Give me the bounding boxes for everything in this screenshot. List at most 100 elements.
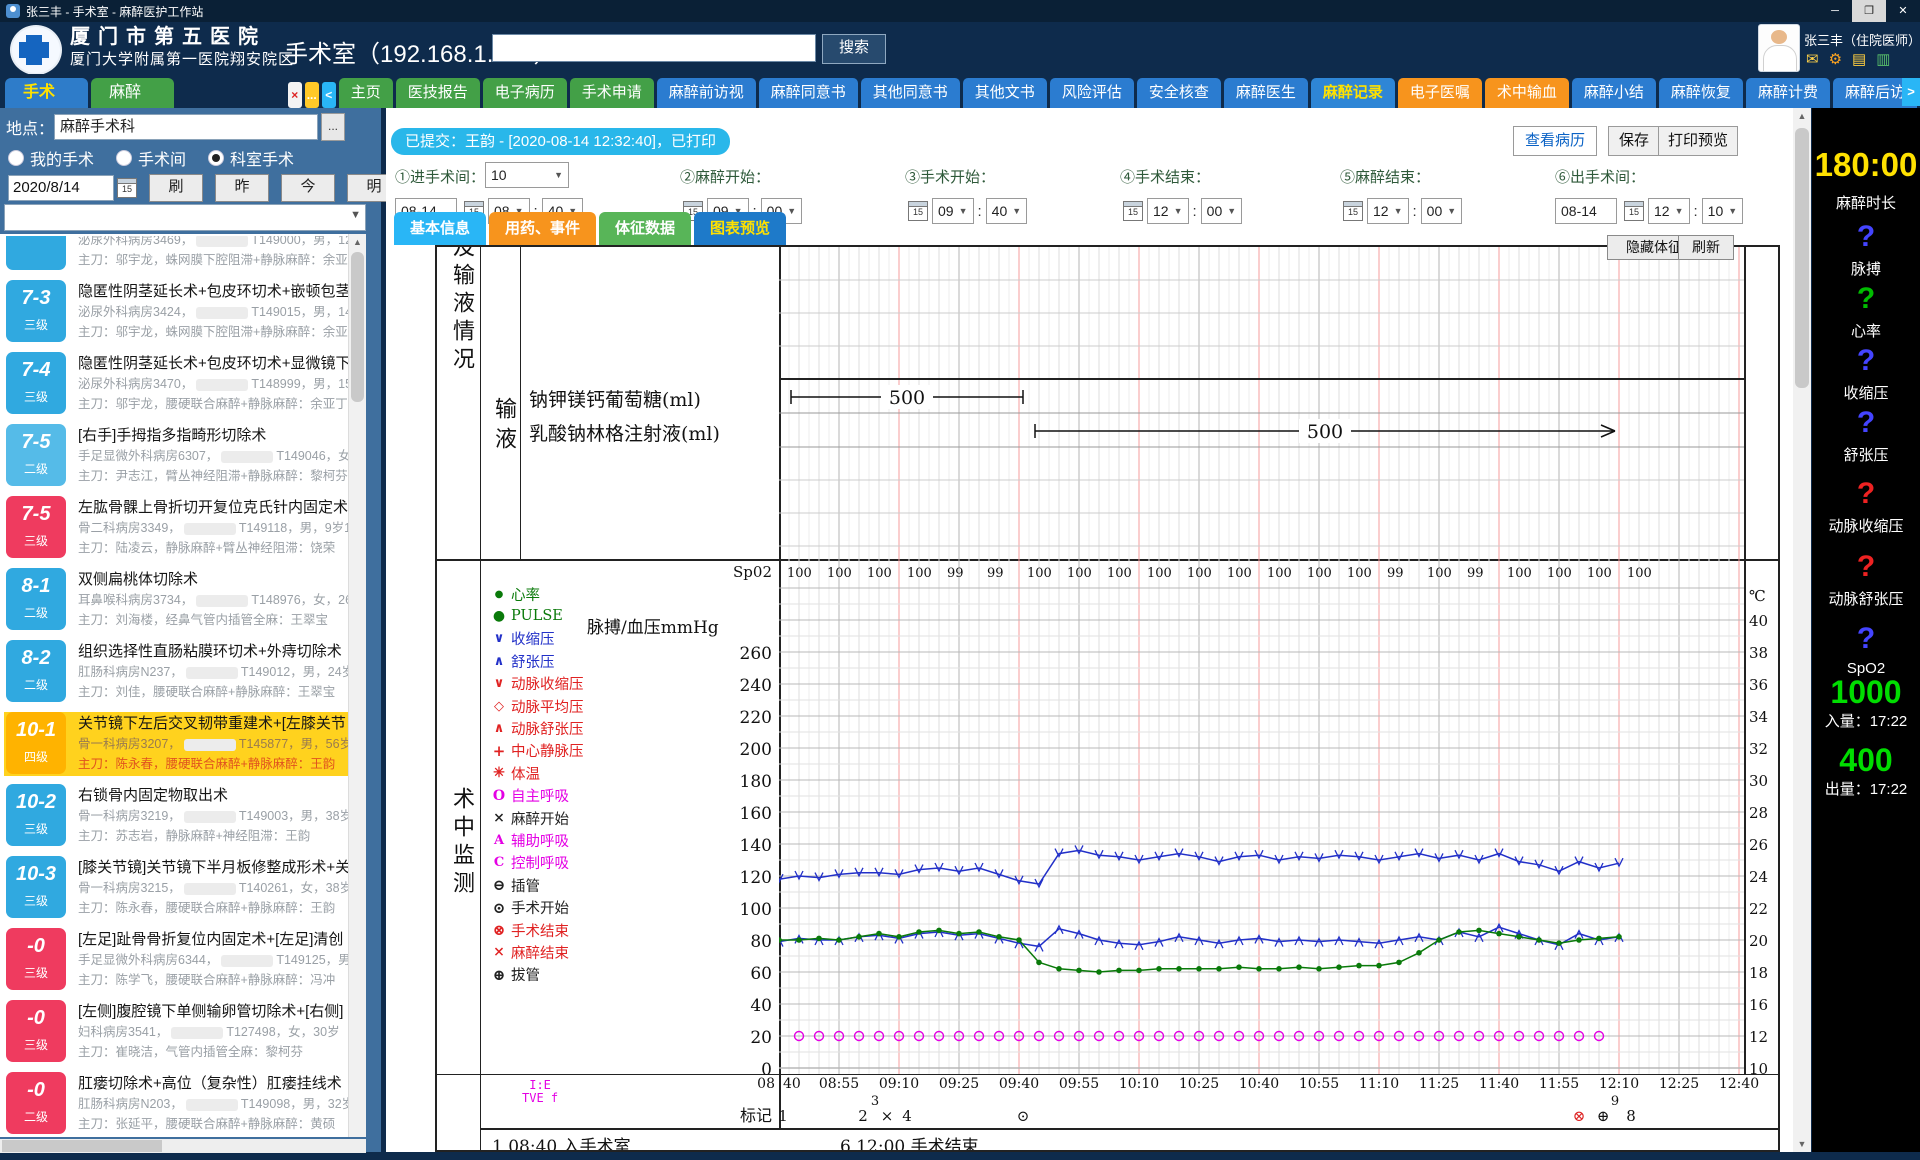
surgery-item-inner: 7-4三级隐匿性阴茎延长术+包皮环切术+显微镜下泌尿外科病房3470，T1489… — [4, 352, 364, 416]
radio-my-surgery[interactable]: 我的手术 — [8, 146, 94, 170]
surgery-list-item[interactable]: -0三级[左侧]腹腔镜下单侧输卵管切除术+[右侧]妇科病房3541，T12749… — [4, 1000, 364, 1064]
tab-手术申请[interactable]: 手术申请 — [570, 78, 654, 108]
tab-安全核查[interactable]: 安全核查 — [1137, 78, 1221, 108]
tab-电子医嘱[interactable]: 电子医嘱 — [1398, 78, 1482, 108]
legend-动脉收缩压: ∨动脉收缩压 — [489, 673, 584, 695]
hour-select[interactable]: 12▼ — [1147, 198, 1189, 224]
radio-department-surgery[interactable]: 科室手术 — [208, 146, 294, 170]
view-record-button[interactable]: 查看病历 — [1513, 126, 1597, 156]
surgery-list-item[interactable]: 7-4三级隐匿性阴茎延长术+包皮环切术+显微镜下泌尿外科病房3470，T1489… — [4, 352, 364, 416]
surgery-list-item[interactable]: 7-3三级隐匿性阴茎延长术+包皮环切术+嵌顿包茎泌尿外科病房3424，T1490… — [4, 280, 364, 344]
tab-scroll-left-button[interactable]: < — [322, 82, 336, 108]
save-button[interactable]: 保存 — [1608, 126, 1660, 156]
calendar-icon[interactable]: 15 — [1624, 201, 1644, 221]
room-select[interactable]: 10▼ — [485, 162, 569, 188]
tab-麻醉恢复[interactable]: 麻醉恢复 — [1659, 78, 1743, 108]
tab-医技报告[interactable]: 医技报告 — [396, 78, 480, 108]
hour-select[interactable]: 12▼ — [1648, 198, 1690, 224]
location-more-button[interactable]: ... — [321, 113, 345, 141]
surgery-list-item[interactable]: 10-2三级右锁骨内固定物取出术骨一科病房3219，T149003，男，38岁主… — [4, 784, 364, 848]
close-button[interactable]: ✕ — [1886, 0, 1920, 22]
subtab-图表预览[interactable]: 图表预览 — [694, 212, 786, 245]
legend-text: 收缩压 — [511, 628, 555, 649]
subtab-体征数据[interactable]: 体征数据 — [599, 212, 691, 245]
date-field[interactable]: 08-14 — [1555, 198, 1617, 224]
svg-text:500: 500 — [889, 387, 925, 409]
minimize-button[interactable]: ─ — [1818, 0, 1852, 22]
tab-麻醉小结[interactable]: 麻醉小结 — [1572, 78, 1656, 108]
refresh-chart-button[interactable]: 刷新 — [1678, 235, 1734, 260]
surgery-list-item[interactable]: 10-1四级关节镜下左后交叉韧带重建术+[左膝关节骨一科病房3207，T1458… — [4, 712, 364, 776]
surgery-list-item[interactable]: -0三级[左足]趾骨骨折复位内固定术+[左足]清创手足显微外科病房6344，T1… — [4, 928, 364, 992]
print-preview-button[interactable]: 打印预览 — [1658, 126, 1738, 156]
date-input[interactable]: 2020/8/14 — [8, 175, 114, 201]
surgery-list-item[interactable]: 10-3三级[膝关节镜]关节镜下半月板修整成形术+关骨一科病房3215，T140… — [4, 856, 364, 920]
surgery-list-item[interactable]: 8-2二级组织选择性直肠粘膜环切术+外痔切除术肛肠科病房N237，T149012… — [4, 640, 364, 704]
metric-value-SpO2: ? — [1812, 622, 1920, 656]
legend-动脉舒张压: ∧动脉舒张压 — [489, 717, 584, 739]
calendar-icon[interactable]: 15 — [1123, 201, 1143, 221]
minute-select[interactable]: 00▼ — [1201, 198, 1243, 224]
surgery-list-item[interactable]: 三级泌尿外科病房3469，T149000，男，12岁2主刀：邬宇龙，蛛网膜下腔阻… — [4, 236, 364, 272]
chart-scrollbar[interactable]: ▲▼ — [1793, 108, 1811, 1152]
surgery-list-item[interactable]: 7-5三级左肱骨髁上骨折切开复位克氏针内固定术骨二科病房3349，T149118… — [4, 496, 364, 560]
radio-operating-room[interactable]: 手术间 — [116, 146, 186, 170]
surgery-title: [左足]趾骨骨折复位内固定术+[左足]清创 — [78, 929, 362, 950]
tab-其他文书[interactable]: 其他文书 — [963, 78, 1047, 108]
scrollbar-thumb[interactable] — [351, 252, 364, 402]
tab-麻醉医生[interactable]: 麻醉医生 — [1224, 78, 1308, 108]
filter-combobox[interactable]: ▼ — [4, 204, 366, 231]
location-input[interactable]: 麻醉手术科 — [54, 114, 318, 140]
sidebar-tab-surgery-list[interactable]: 手术列表 — [5, 78, 88, 108]
surgery-list-item[interactable]: 8-1二级双侧扁桃体切除术耳鼻喉科病房3734，T148976，女，26岁主刀：… — [4, 568, 364, 632]
calendar-icon[interactable]: 15 — [1343, 201, 1363, 221]
hour-select[interactable]: 09▼ — [932, 198, 974, 224]
today-button[interactable]: 今 — [281, 174, 335, 202]
calendar-icon[interactable]: 15 — [117, 178, 137, 198]
celsius-tick: 32 — [1749, 740, 1779, 758]
surgery-list-hscrollbar[interactable] — [0, 1139, 366, 1153]
scrollbar-thumb[interactable] — [2, 1140, 162, 1152]
yesterday-button[interactable]: 昨 — [215, 174, 269, 202]
redacted-name — [196, 236, 248, 247]
celsius-tick: 18 — [1749, 964, 1779, 982]
search-input[interactable] — [492, 34, 816, 62]
surgery-list-item[interactable]: 7-5二级[右手]手拇指多指畸形切除术手足显微外科病房6307，T149046，… — [4, 424, 364, 488]
maximize-button[interactable]: ❐ — [1852, 0, 1886, 22]
svg-text:100: 100 — [1027, 566, 1052, 581]
surgery-list-item[interactable]: -0二级肛瘘切除术+高位（复杂性）肛瘘挂线术肛肠科病房N203，T149098，… — [4, 1072, 364, 1136]
tab-麻醉同意书[interactable]: 麻醉同意书 — [759, 78, 858, 108]
tab-麻醉前访视[interactable]: 麻醉前访视 — [657, 78, 756, 108]
minute-select[interactable]: 10▼ — [1702, 198, 1744, 224]
chart-icon[interactable]: ▥ — [1876, 50, 1890, 68]
time-group-label: ③手术开始： — [905, 166, 995, 187]
tab-主页[interactable]: 主页 — [339, 78, 393, 108]
subtab-基本信息[interactable]: 基本信息 — [394, 212, 486, 245]
tab-术中输血[interactable]: 术中输血 — [1485, 78, 1569, 108]
total-label: 出量：17:22 — [1812, 778, 1920, 799]
tab-more-button[interactable]: ... — [305, 82, 319, 108]
tab-电子病历[interactable]: 电子病历 — [483, 78, 567, 108]
minute-select[interactable]: 40▼ — [986, 198, 1028, 224]
subtab-用药、事件[interactable]: 用药、事件 — [489, 212, 596, 245]
gear-icon[interactable]: ⚙ — [1829, 50, 1842, 68]
minute-select[interactable]: 00▼ — [1421, 198, 1463, 224]
tab-麻醉记录[interactable]: 麻醉记录 — [1311, 78, 1395, 108]
tab-麻醉计费[interactable]: 麻醉计费 — [1746, 78, 1830, 108]
tab-scroll-right-button[interactable]: > — [1902, 78, 1920, 106]
sidebar-tab-sedation[interactable]: 麻醉镇静 — [91, 78, 174, 108]
hour-select[interactable]: 12▼ — [1367, 198, 1409, 224]
user-avatar[interactable] — [1758, 24, 1800, 72]
calendar-icon[interactable]: 15 — [908, 201, 928, 221]
surgery-list-scrollbar[interactable]: ▲ — [348, 234, 366, 1137]
mail-icon[interactable]: ✉ — [1806, 50, 1819, 68]
tab-其他同意书[interactable]: 其他同意书 — [861, 78, 960, 108]
refresh-day-button[interactable]: 刷 — [149, 174, 203, 202]
coins-icon[interactable]: ▤ — [1852, 50, 1866, 68]
surgery-info: 右锁骨内固定物取出术骨一科病房3219，T149003，男，38岁主刀：苏志岩，… — [78, 785, 362, 847]
search-button[interactable]: 搜索 — [822, 34, 886, 64]
celsius-tick: 28 — [1749, 804, 1779, 822]
tab-风险评估[interactable]: 风险评估 — [1050, 78, 1134, 108]
tab-close-button[interactable]: × — [288, 82, 302, 108]
scrollbar-thumb[interactable] — [1795, 128, 1809, 388]
